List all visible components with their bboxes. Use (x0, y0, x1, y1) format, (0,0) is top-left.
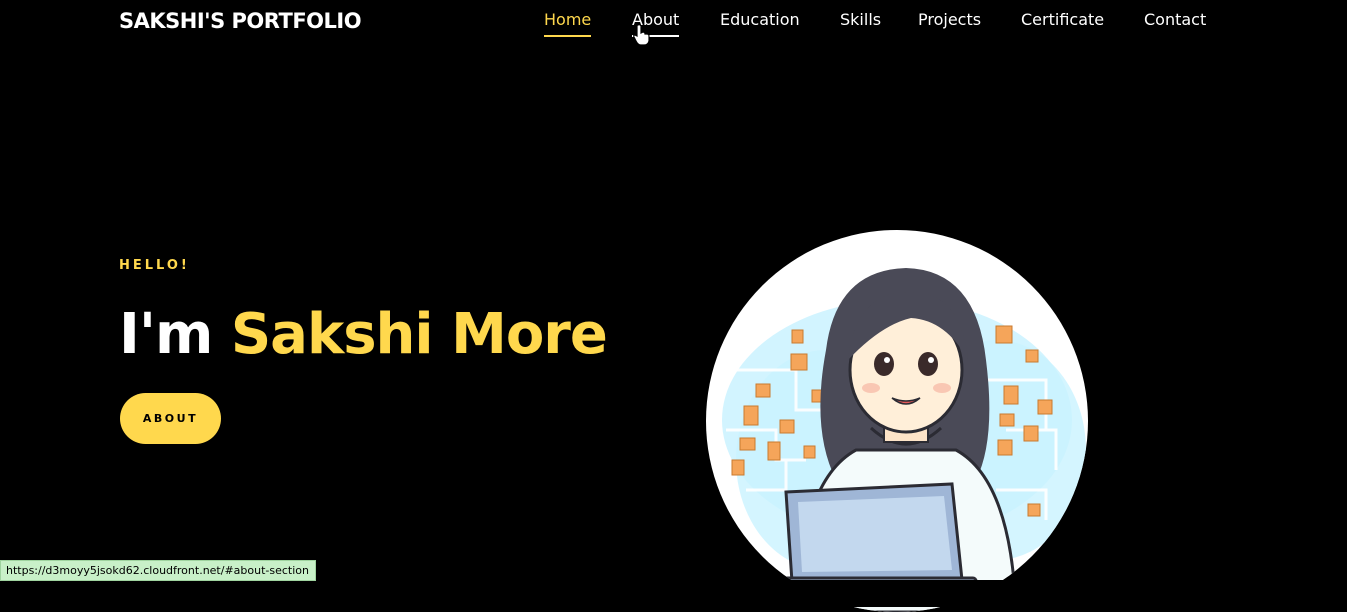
hero-greeting: HELLO! (119, 258, 190, 273)
page-bottom-edge (0, 580, 1347, 607)
nav-item-home[interactable]: Home (544, 8, 592, 37)
avatar (706, 230, 1088, 612)
girl-with-laptop-illustration-icon (722, 268, 1086, 612)
nav-label: Contact (1144, 10, 1207, 29)
status-bar-url: https://d3moyy5jsokd62.cloudfront.net/#a… (0, 560, 316, 581)
hero-headline: I'm Sakshi More (119, 300, 608, 370)
nav-label: Home (544, 10, 592, 29)
nav-item-education[interactable]: Education (720, 8, 800, 32)
nav-item-certificate[interactable]: Certificate (1021, 8, 1104, 32)
hand-cursor-icon (633, 24, 651, 50)
hero-name: Sakshi More (230, 302, 608, 367)
nav-item-skills[interactable]: Skills (840, 8, 881, 32)
nav-item-projects[interactable]: Projects (918, 8, 981, 32)
active-underline (544, 35, 592, 37)
nav-label: Education (720, 10, 800, 29)
hero-intro: I'm (119, 302, 213, 367)
nav-label: Skills (840, 10, 882, 29)
main-nav: Home About Education Skills Projects Cer… (0, 8, 1347, 38)
nav-label: Certificate (1021, 10, 1105, 29)
nav-label: Projects (918, 10, 982, 29)
nav-item-contact[interactable]: Contact (1144, 8, 1206, 32)
about-button[interactable]: ABOUT (120, 393, 221, 444)
